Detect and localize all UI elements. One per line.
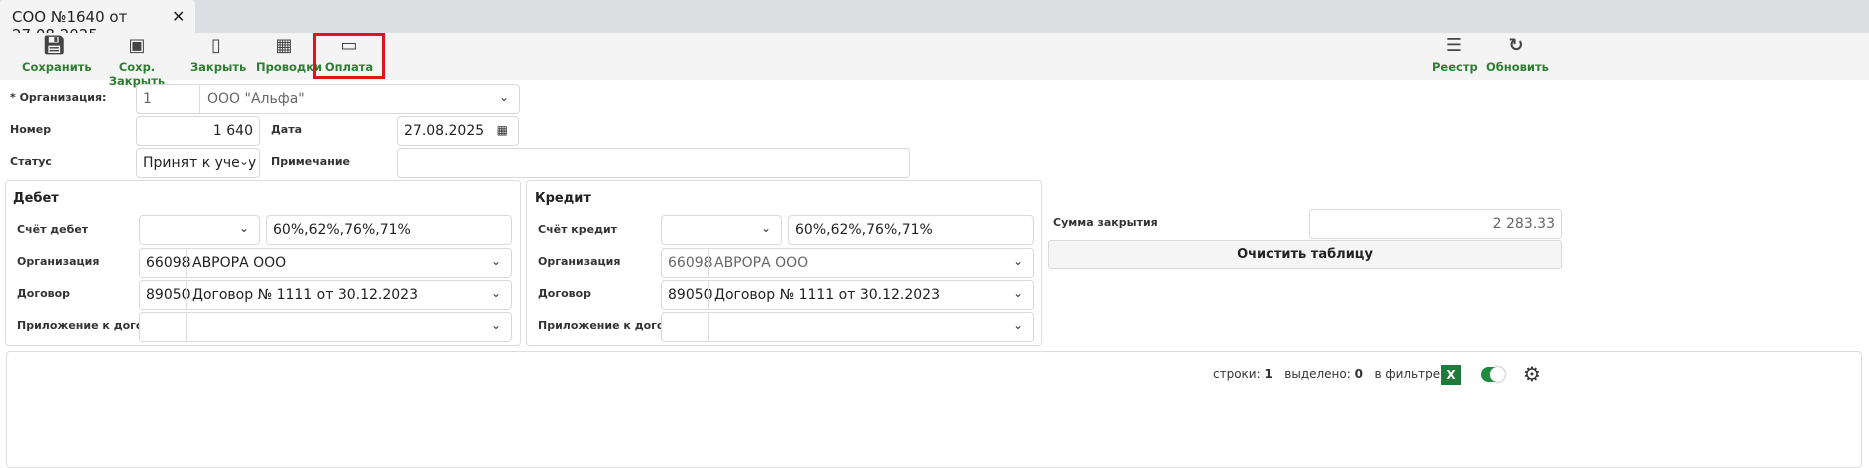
number-input[interactable]: 1 640 (136, 116, 260, 146)
chevron-down-icon: ⌄ (760, 221, 771, 235)
note-label: Примечание (271, 155, 350, 168)
toggle-knob (1490, 367, 1505, 382)
debit-org-name: АВРОРА ООО (192, 255, 287, 271)
sum-value: 2 283.33 (1309, 209, 1562, 239)
debit-contract-select[interactable]: 89050 Договор № 1111 от 30.12.2023 ⌄ (139, 280, 512, 310)
close-label: Закрыть (190, 60, 247, 74)
credit-annex-select[interactable]: ⌄ (661, 312, 1034, 342)
org-label: * Организация: (10, 91, 107, 104)
tab-bar (0, 0, 1869, 33)
debit-contract-label: Договор (17, 287, 71, 300)
selected-label: выделено: (1284, 367, 1351, 381)
registry-label: Реестр (1432, 60, 1478, 74)
credit-org-code: 66098 (668, 255, 713, 271)
tab-document[interactable]: СОО №1640 от 27.08.2025✕ (0, 0, 195, 44)
save-label: Сохранить (22, 60, 92, 74)
registry-button[interactable]: ☰ Реестр (1432, 35, 1478, 75)
chevron-down-icon: ⌄ (490, 318, 501, 332)
credit-org-select[interactable]: 66098 АВРОРА ООО ⌄ (661, 248, 1034, 278)
chevron-down-icon: ⌄ (1012, 286, 1023, 300)
org-name: ООО "Альфа" (207, 91, 305, 107)
toggle-switch[interactable] (1481, 367, 1505, 382)
close-button[interactable]: ▯ Закрыть (190, 35, 246, 75)
credit-account-mask-input[interactable]: 60%,62%,76%,71% (788, 215, 1034, 245)
credit-account-select[interactable]: ⌄ (661, 215, 782, 245)
date-value: 27.08.2025 (404, 123, 485, 139)
gear-icon[interactable]: ⚙ (1523, 362, 1541, 386)
debit-account-select[interactable]: ⌄ (139, 215, 260, 245)
debit-org-label: Организация (17, 255, 100, 268)
debit-title: Дебет (13, 191, 59, 206)
credit-contract-select[interactable]: 89050 Договор № 1111 от 30.12.2023 ⌄ (661, 280, 1034, 310)
chevron-down-icon: ⌄ (490, 254, 501, 268)
debit-contract-name: Договор № 1111 от 30.12.2023 (192, 287, 418, 303)
credit-org-name: АВРОРА ООО (714, 255, 809, 271)
debit-account-mask-input[interactable]: 60%,62%,76%,71% (266, 215, 512, 245)
refresh-label: Обновить (1486, 60, 1549, 74)
list-icon: ☰ (1445, 35, 1463, 56)
calculator-icon: ▦ (275, 35, 293, 56)
debit-org-code: 66098 (146, 255, 191, 271)
debit-annex-select[interactable]: ⌄ (139, 312, 512, 342)
credit-contract-name: Договор № 1111 от 30.12.2023 (714, 287, 940, 303)
credit-contract-code: 89050 (668, 287, 713, 303)
chevron-down-icon: ⌄ (238, 221, 249, 235)
debit-account-label: Счёт дебет (17, 223, 89, 236)
filter-label: в фильтре: (1374, 367, 1445, 381)
chevron-down-icon: ⌄ (1012, 318, 1023, 332)
clear-table-button[interactable]: Очистить таблицу (1048, 240, 1562, 269)
save-button[interactable]: 💾︎ Сохранить (22, 35, 92, 75)
refresh-icon: ↻ (1508, 35, 1524, 56)
credit-annex-label: Приложение к дого... (538, 319, 677, 332)
credit-contract-label: Договор (538, 287, 592, 300)
floppy-icon: 💾︎ (43, 35, 66, 56)
status-select[interactable]: Принят к учету ⌄ (136, 148, 260, 178)
org-code: 1 (143, 91, 152, 107)
chevron-down-icon: ⌄ (490, 286, 501, 300)
date-input[interactable]: 27.08.2025 ▦ (397, 116, 519, 146)
debit-contract-code: 89050 (146, 287, 191, 303)
org-select[interactable]: 1 ООО "Альфа" ⌄ (136, 84, 520, 114)
chevron-down-icon: ⌄ (238, 154, 249, 168)
status-label: Статус (10, 155, 52, 168)
close-icon[interactable]: ✕ (172, 7, 185, 26)
calendar-icon[interactable]: ▦ (497, 123, 508, 137)
rows-count: 1 (1264, 367, 1273, 381)
postings-button[interactable]: ▦ Проводки (256, 35, 322, 75)
date-label: Дата (271, 123, 303, 136)
selected-count: 0 (1354, 367, 1363, 381)
credit-org-label: Организация (538, 255, 621, 268)
sum-label: Сумма закрытия (1053, 216, 1158, 229)
number-label: Номер (10, 123, 52, 136)
rows-label: строки: (1213, 367, 1261, 381)
save-close-button[interactable]: ▣ Сохр. Закрыть (96, 35, 178, 89)
credit-account-label: Счёт кредит (538, 223, 618, 236)
debit-annex-label: Приложение к дого... (17, 319, 156, 332)
debit-org-select[interactable]: 66098 АВРОРА ООО ⌄ (139, 248, 512, 278)
note-input[interactable] (397, 148, 910, 178)
grid-stats: строки: 1 выделено: 0 в фильтре: 0 (1213, 367, 1456, 381)
chevron-down-icon: ⌄ (1012, 254, 1023, 268)
refresh-button[interactable]: ↻ Обновить (1486, 35, 1549, 75)
door-icon: ▯ (211, 35, 221, 56)
table-panel (6, 351, 1862, 468)
chevron-down-icon: ⌄ (498, 90, 509, 104)
excel-export-icon[interactable]: X (1441, 365, 1461, 385)
save-close-icon: ▣ (128, 35, 146, 56)
credit-title: Кредит (535, 191, 591, 206)
highlight-box (313, 33, 385, 79)
